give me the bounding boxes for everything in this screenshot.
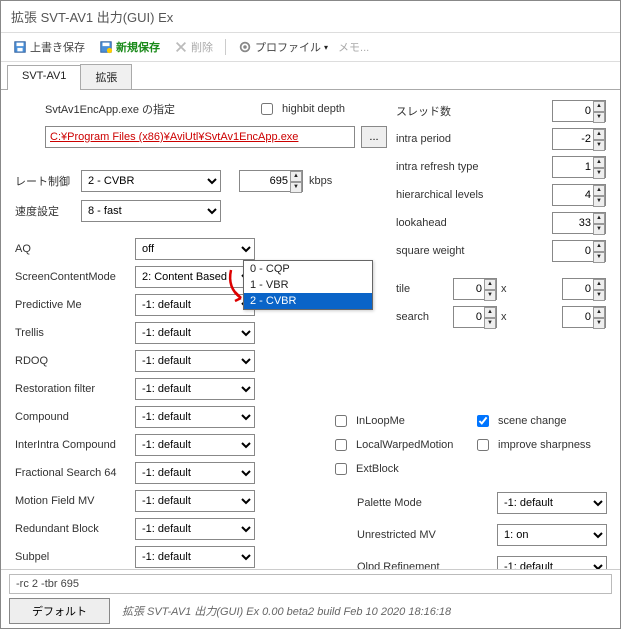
setting-select[interactable]: -1: default xyxy=(135,406,255,428)
toolbar: 上書き保存 新規保存 削除 プロファイル ▾ メモ... xyxy=(1,33,620,62)
setting-label: Fractional Search 64 xyxy=(15,467,135,479)
setting-label: Subpel xyxy=(15,551,135,563)
checkbox-label: InLoopMe xyxy=(356,415,405,427)
num-label: intra refresh type xyxy=(396,161,552,173)
rate-control-dropdown-open[interactable]: 0 - CQP 1 - VBR 2 - CVBR xyxy=(243,260,373,310)
tab-svt-av1[interactable]: SVT-AV1 xyxy=(7,65,81,90)
setting-select[interactable]: -1: default xyxy=(135,518,255,540)
command-line-display: -rc 2 -tbr 695 xyxy=(9,574,612,594)
num-label: hierarchical levels xyxy=(396,189,552,201)
rate-option-cqp[interactable]: 0 - CQP xyxy=(244,261,372,277)
num-label: lookahead xyxy=(396,217,552,229)
annotation-arrow-icon xyxy=(225,268,251,304)
num-label: intra period xyxy=(396,133,552,145)
setting-select[interactable]: -1: default xyxy=(135,546,255,568)
setting-label: InterIntra Compound xyxy=(15,439,135,451)
memo-label[interactable]: メモ... xyxy=(338,39,369,55)
checkbox[interactable] xyxy=(477,439,489,451)
tab-bar: SVT-AV1 拡張 xyxy=(1,64,620,90)
setting-label: Trellis xyxy=(15,327,135,339)
select[interactable]: 1: on xyxy=(497,524,607,546)
setting-label: Motion Field MV xyxy=(15,495,135,507)
middle-checkboxes: InLoopMe LocalWarpedMotion ExtBlock xyxy=(331,412,461,484)
setting-label: Restoration filter xyxy=(15,383,135,395)
default-button[interactable]: デフォルト xyxy=(9,598,110,624)
right-selects: Palette Mode-1: defaultUnrestricted MV1:… xyxy=(357,492,607,569)
delete-button[interactable]: 削除 xyxy=(170,37,217,57)
tile-label: tile xyxy=(396,283,453,295)
num-label: square weight xyxy=(396,245,552,257)
setting-label: AQ xyxy=(15,243,135,255)
build-info: 拡張 SVT-AV1 出力(GUI) Ex 0.00 beta2 build F… xyxy=(122,603,451,619)
gear-icon xyxy=(238,40,252,54)
setting-label: RDOQ xyxy=(15,355,135,367)
search-label: search xyxy=(396,311,453,323)
exe-path-label: SvtAv1EncApp.exe の指定 xyxy=(45,101,175,117)
select[interactable]: -1: default xyxy=(497,556,607,569)
right-checkboxes: scene change improve sharpness xyxy=(473,412,613,460)
checkbox[interactable] xyxy=(335,463,347,475)
main-window: 拡張 SVT-AV1 出力(GUI) Ex 上書き保存 新規保存 削除 プロファ xyxy=(0,0,621,629)
checkbox-label: scene change xyxy=(498,415,567,427)
select[interactable]: -1: default xyxy=(497,492,607,514)
save-overwrite-button[interactable]: 上書き保存 xyxy=(9,37,89,57)
delete-icon xyxy=(174,40,188,54)
content-panel: SvtAv1EncApp.exe の指定 highbit depth ... レ… xyxy=(1,90,620,569)
setting-select[interactable]: -1: default xyxy=(135,378,255,400)
setting-label: Compound xyxy=(15,411,135,423)
setting-select[interactable]: -1: default xyxy=(135,350,255,372)
tab-ext[interactable]: 拡張 xyxy=(80,64,132,89)
checkbox-label: LocalWarpedMotion xyxy=(356,439,453,451)
setting-select[interactable]: -1: default xyxy=(135,462,255,484)
checkbox-label: improve sharpness xyxy=(498,439,591,451)
save-new-button[interactable]: 新規保存 xyxy=(95,37,164,57)
num-label: スレッド数 xyxy=(396,103,552,119)
select-label: Olpd Refinement xyxy=(357,561,497,569)
browse-button[interactable]: ... xyxy=(361,126,387,148)
rate-control-select[interactable]: 2 - CVBR xyxy=(81,170,221,192)
floppy-new-icon xyxy=(99,40,113,54)
speed-select[interactable]: 8 - fast xyxy=(81,200,221,222)
bitrate-unit: kbps xyxy=(309,175,332,187)
floppy-icon xyxy=(13,40,27,54)
setting-label: ScreenContentMode xyxy=(15,271,135,283)
footer: -rc 2 -tbr 695 デフォルト 拡張 SVT-AV1 出力(GUI) … xyxy=(1,569,620,628)
checkbox[interactable] xyxy=(335,439,347,451)
setting-label: Redundant Block xyxy=(15,523,135,535)
rate-control-label: レート制御 xyxy=(15,173,75,189)
exe-path-input[interactable] xyxy=(45,126,355,148)
highbit-depth-label: highbit depth xyxy=(282,103,345,115)
setting-select[interactable]: -1: default xyxy=(135,322,255,344)
highbit-depth-checkbox[interactable] xyxy=(261,103,273,115)
bitrate-spinner[interactable]: ▲▼ xyxy=(290,171,302,191)
select-label: Palette Mode xyxy=(357,497,497,509)
rate-option-vbr[interactable]: 1 - VBR xyxy=(244,277,372,293)
setting-label: Predictive Me xyxy=(15,299,135,311)
setting-select[interactable]: -1: default xyxy=(135,434,255,456)
setting-select[interactable]: off xyxy=(135,238,255,260)
window-title: 拡張 SVT-AV1 出力(GUI) Ex xyxy=(1,1,620,33)
setting-select[interactable]: -1: default xyxy=(135,490,255,512)
right-column: スレッド数▲▼intra period▲▼intra refresh type▲… xyxy=(396,100,606,334)
profile-button[interactable]: プロファイル ▾ xyxy=(234,37,332,57)
select-label: Unrestricted MV xyxy=(357,529,497,541)
checkbox[interactable] xyxy=(335,415,347,427)
rate-option-cvbr[interactable]: 2 - CVBR xyxy=(244,293,372,309)
toolbar-separator xyxy=(225,39,226,55)
checkbox-label: ExtBlock xyxy=(356,463,399,475)
speed-label: 速度設定 xyxy=(15,203,75,219)
chevron-down-icon: ▾ xyxy=(324,43,328,52)
checkbox[interactable] xyxy=(477,415,489,427)
